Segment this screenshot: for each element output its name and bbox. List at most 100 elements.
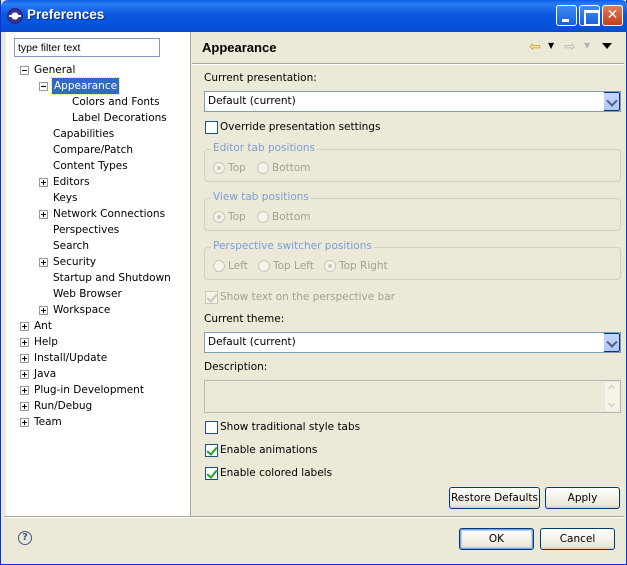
ok-button[interactable]: OK bbox=[459, 528, 534, 550]
description-text bbox=[204, 380, 621, 413]
view-tab-positions-label: View tab positions bbox=[211, 191, 311, 203]
show-text-checkbox[interactable] bbox=[205, 291, 218, 304]
colored-labels-label: Enable colored labels bbox=[220, 467, 333, 479]
tree-item[interactable]: Colors and Fonts bbox=[6, 94, 191, 110]
tree-item-label: Appearance bbox=[50, 77, 121, 95]
apply-button[interactable]: Apply bbox=[545, 487, 620, 509]
tree-item[interactable]: Java bbox=[6, 366, 191, 382]
expand-icon[interactable] bbox=[39, 258, 48, 267]
animations-checkbox[interactable] bbox=[205, 444, 218, 457]
tree-item[interactable]: Search bbox=[6, 238, 191, 254]
perspective-switcher-label: Perspective switcher positions bbox=[211, 240, 374, 252]
tree-item[interactable]: Appearance bbox=[6, 77, 191, 95]
description-scrollbar[interactable] bbox=[605, 382, 619, 411]
tree-item-label: Security bbox=[53, 256, 97, 268]
expand-icon[interactable] bbox=[20, 418, 29, 427]
tree-item-label: Compare/Patch bbox=[53, 144, 134, 156]
preferences-window: Preferences ✕ GeneralAppearanceColors an… bbox=[0, 0, 627, 565]
tree-item[interactable]: Content Types bbox=[6, 158, 191, 174]
editor-tab-positions-label: Editor tab positions bbox=[211, 142, 318, 154]
current-theme-label: Current theme: bbox=[204, 313, 285, 325]
minimize-button[interactable] bbox=[556, 5, 577, 26]
restore-defaults-button[interactable]: Restore Defaults bbox=[449, 487, 540, 509]
tree-item[interactable]: Ant bbox=[6, 318, 191, 334]
tree-item[interactable]: Keys bbox=[6, 190, 191, 206]
tree-item[interactable]: Web Browser bbox=[6, 286, 191, 302]
override-checkbox[interactable] bbox=[205, 121, 218, 134]
tree-item[interactable]: Capabilities bbox=[6, 126, 191, 142]
current-presentation-label: Current presentation: bbox=[204, 72, 317, 84]
perspective-left-radio[interactable] bbox=[213, 260, 225, 272]
footer-separator bbox=[4, 516, 624, 518]
traditional-tabs-checkbox[interactable] bbox=[205, 421, 218, 434]
chevron-down-icon[interactable] bbox=[603, 333, 620, 352]
eclipse-icon bbox=[7, 8, 23, 24]
forward-dropdown-icon[interactable]: ▼ bbox=[584, 41, 590, 50]
expand-icon[interactable] bbox=[20, 338, 29, 347]
tree-item-label: Startup and Shutdown bbox=[53, 272, 171, 284]
preference-page: Appearance ⇦ ▼ ⇨ ▼ Current presentation:… bbox=[192, 32, 624, 516]
perspective-top-right-radio[interactable] bbox=[324, 260, 336, 272]
expand-icon[interactable] bbox=[20, 402, 29, 411]
tree-item[interactable]: Run/Debug bbox=[6, 398, 191, 414]
title-bar[interactable]: Preferences ✕ bbox=[1, 0, 627, 32]
presentation-combo[interactable]: Default (current) bbox=[204, 91, 621, 112]
expand-icon[interactable] bbox=[20, 354, 29, 363]
back-dropdown-icon[interactable]: ▼ bbox=[548, 41, 554, 50]
tree-item[interactable]: Team bbox=[6, 414, 191, 430]
expand-icon[interactable] bbox=[20, 386, 29, 395]
tree-item[interactable]: Perspectives bbox=[6, 222, 191, 238]
view-tab-bottom-radio[interactable] bbox=[257, 211, 269, 223]
forward-arrow-icon[interactable]: ⇨ bbox=[564, 39, 576, 55]
expand-icon[interactable] bbox=[39, 306, 48, 315]
editor-tab-bottom-radio[interactable] bbox=[257, 162, 269, 174]
tree-item-label: General bbox=[34, 64, 76, 76]
view-tab-top-label: Top bbox=[228, 211, 246, 223]
tree-item[interactable]: Startup and Shutdown bbox=[6, 270, 191, 286]
chevron-down-icon[interactable] bbox=[603, 92, 620, 111]
expand-icon[interactable] bbox=[39, 210, 48, 219]
animations-label: Enable animations bbox=[220, 444, 318, 456]
collapse-icon[interactable] bbox=[39, 82, 48, 91]
tree-item[interactable]: Plug-in Development bbox=[6, 382, 191, 398]
tree-item[interactable]: Security bbox=[6, 254, 191, 270]
theme-combo[interactable]: Default (current) bbox=[204, 332, 621, 353]
colored-labels-checkbox[interactable] bbox=[205, 467, 218, 480]
tree-item[interactable]: Install/Update bbox=[6, 350, 191, 366]
editor-tab-top-radio[interactable] bbox=[213, 162, 225, 174]
header-separator bbox=[192, 63, 624, 65]
view-tab-bottom-label: Bottom bbox=[272, 211, 311, 223]
tree-item[interactable]: Compare/Patch bbox=[6, 142, 191, 158]
tree-item-label: Label Decorations bbox=[72, 112, 167, 124]
tree-item[interactable]: Workspace bbox=[6, 302, 191, 318]
filter-input[interactable] bbox=[14, 38, 160, 57]
close-button[interactable]: ✕ bbox=[602, 5, 623, 26]
tree-item-label: Network Connections bbox=[53, 208, 166, 220]
tree-item-label: Team bbox=[34, 416, 62, 428]
tree-item[interactable]: Label Decorations bbox=[6, 110, 191, 126]
tree-item-label: Plug-in Development bbox=[34, 384, 144, 396]
tree-item[interactable]: Help bbox=[6, 334, 191, 350]
tree-item-label: Install/Update bbox=[34, 352, 108, 364]
view-tab-positions-group: View tab positions Top Bottom bbox=[204, 191, 621, 231]
expand-icon[interactable] bbox=[20, 322, 29, 331]
maximize-button[interactable] bbox=[579, 5, 600, 26]
override-label: Override presentation settings bbox=[220, 121, 381, 133]
expand-icon[interactable] bbox=[39, 178, 48, 187]
help-icon[interactable]: ? bbox=[18, 531, 32, 545]
tree-item[interactable]: Network Connections bbox=[6, 206, 191, 222]
editor-tab-bottom-label: Bottom bbox=[272, 162, 311, 174]
collapse-icon[interactable] bbox=[20, 66, 29, 75]
expand-icon[interactable] bbox=[20, 370, 29, 379]
tree-item[interactable]: General bbox=[6, 62, 191, 78]
view-tab-top-radio[interactable] bbox=[213, 211, 225, 223]
cancel-button[interactable]: Cancel bbox=[540, 528, 615, 550]
view-menu-icon[interactable] bbox=[602, 43, 612, 49]
tree-item[interactable]: Editors bbox=[6, 174, 191, 190]
tree-item-label: Run/Debug bbox=[34, 400, 93, 412]
traditional-tabs-label: Show traditional style tabs bbox=[220, 421, 361, 433]
back-arrow-icon[interactable]: ⇦ bbox=[529, 39, 541, 55]
tree-item-label: Search bbox=[53, 240, 90, 252]
perspective-top-left-radio[interactable] bbox=[258, 260, 270, 272]
window-title: Preferences bbox=[27, 7, 105, 22]
